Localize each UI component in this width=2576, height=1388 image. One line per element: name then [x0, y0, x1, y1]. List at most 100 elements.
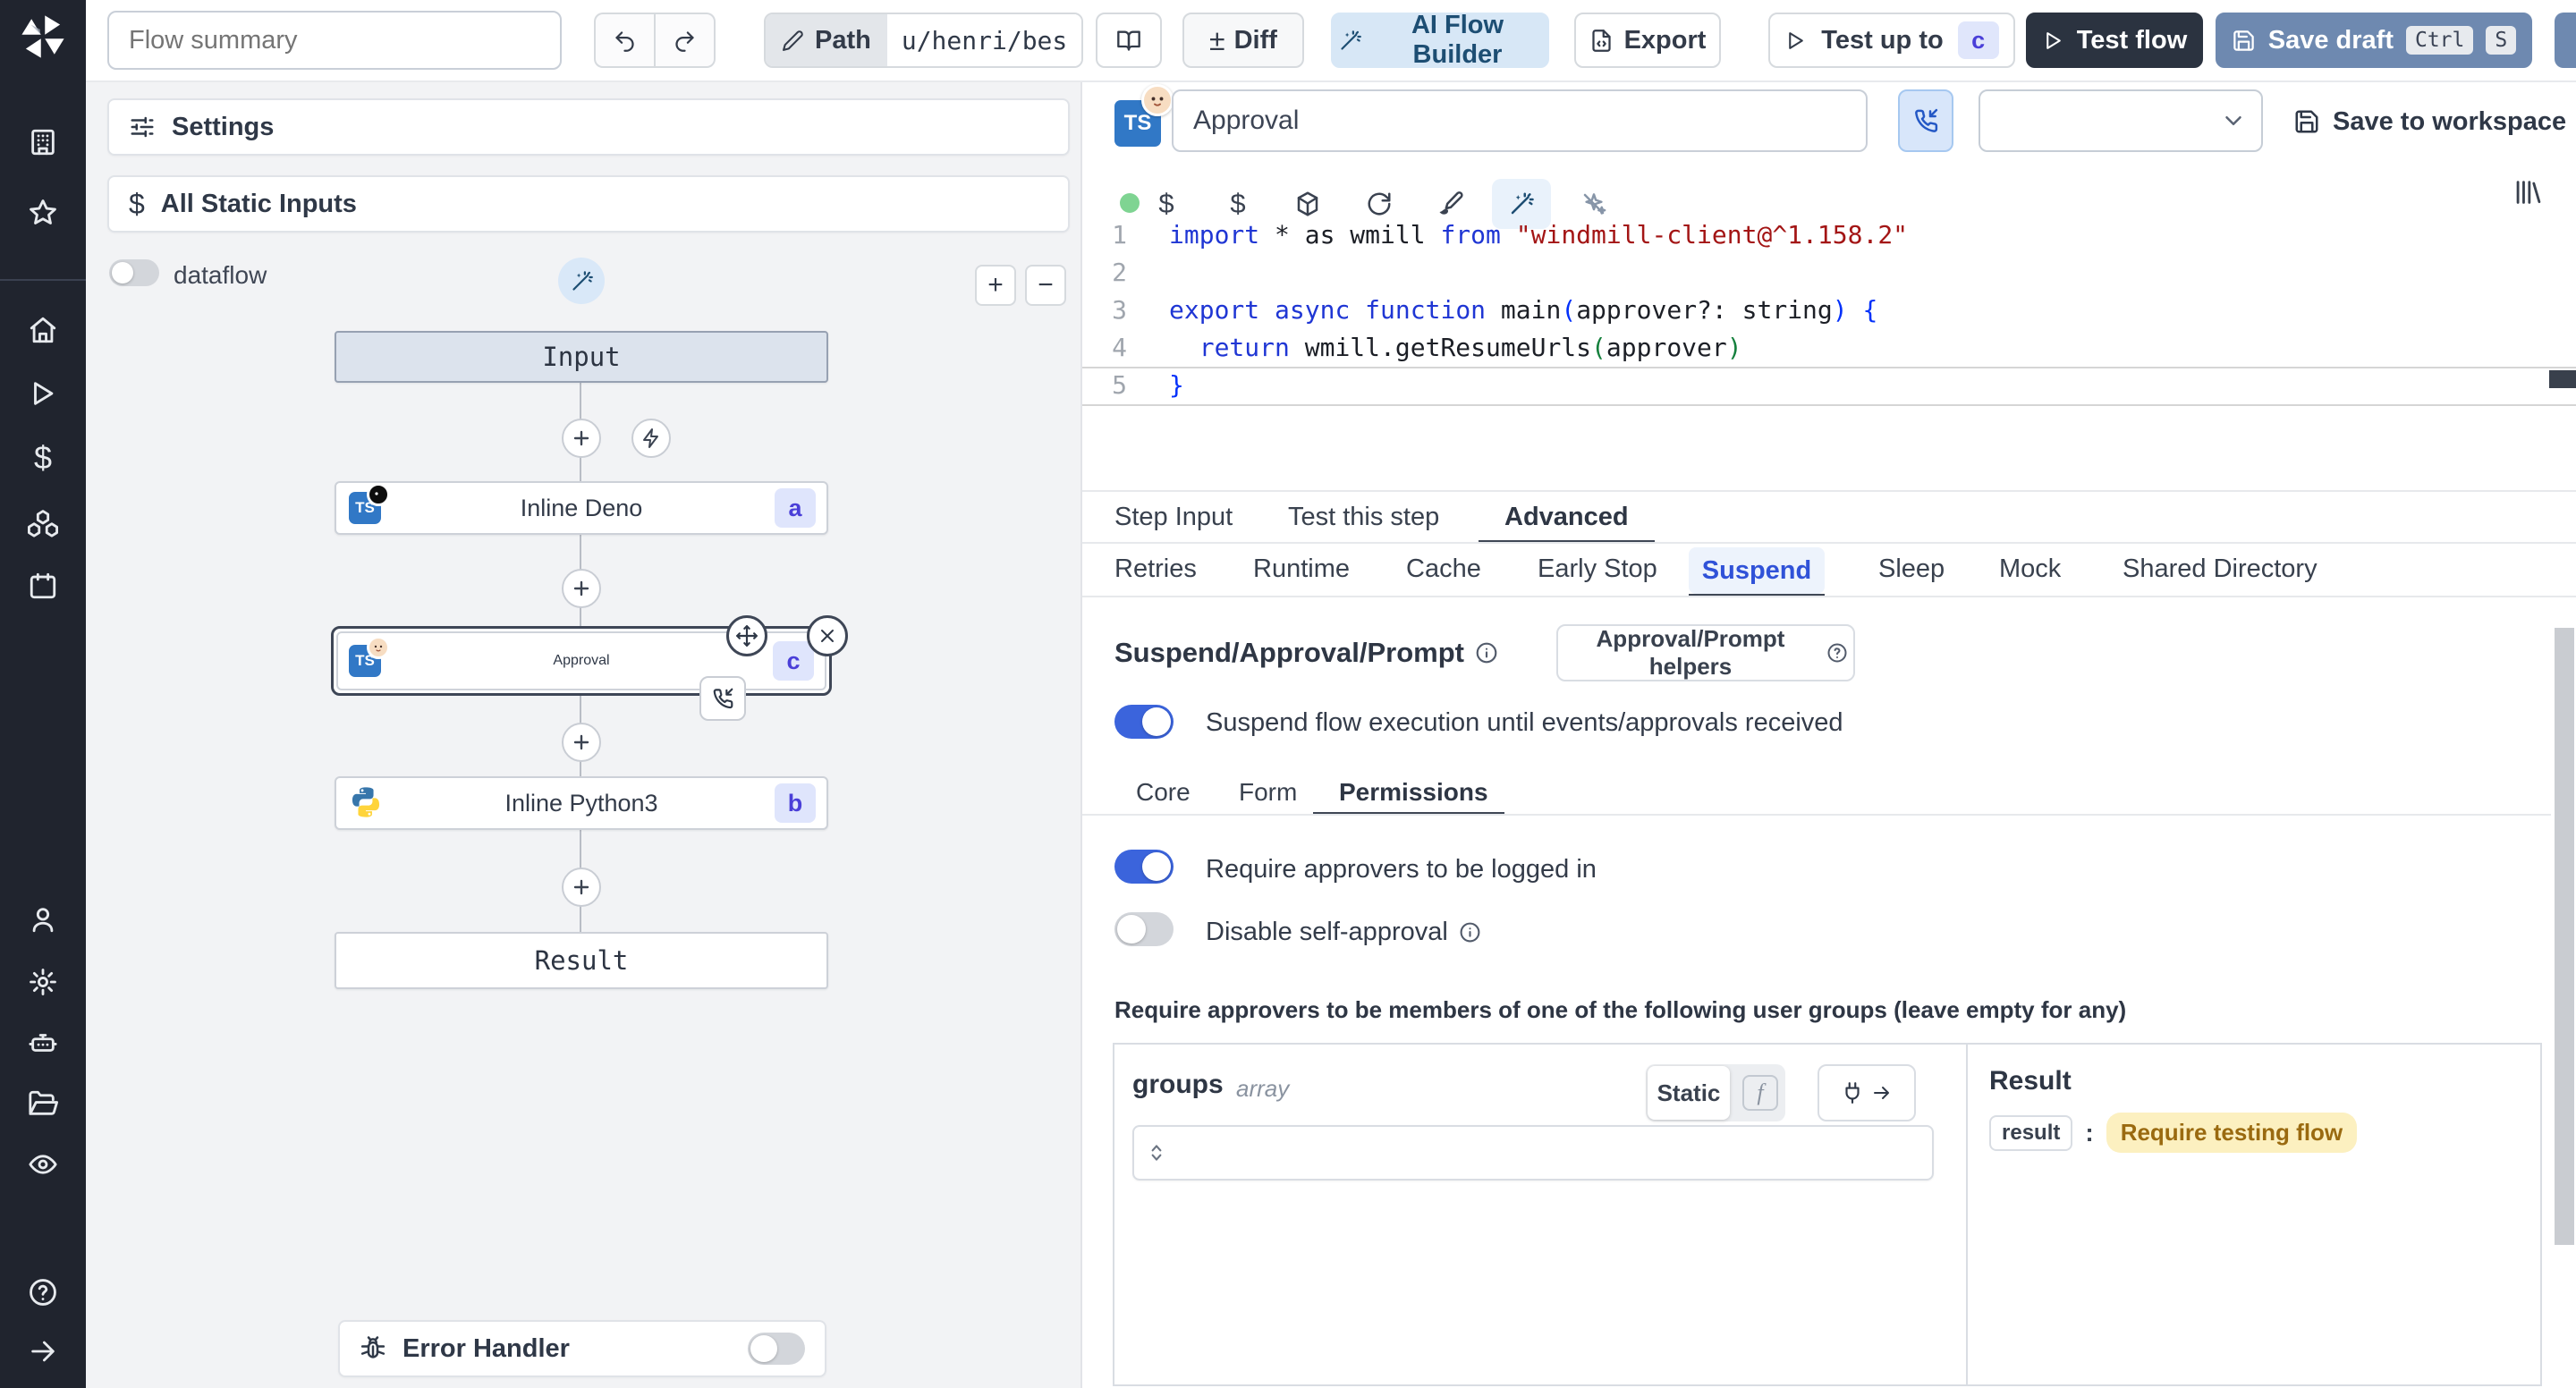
graph-node-inline-python3[interactable]: Inline Python3 b	[335, 776, 828, 830]
tab-early-stop[interactable]: Early Stop	[1538, 554, 1657, 584]
tab-sleep[interactable]: Sleep	[1878, 554, 1945, 584]
javascript-mode-button[interactable]: f	[1742, 1075, 1778, 1111]
test-flow-button[interactable]: Test flow	[2026, 13, 2203, 68]
save-to-workspace-button[interactable]: Save to workspace	[2288, 97, 2572, 147]
folders-icon[interactable]	[25, 1086, 61, 1121]
error-handler-toggle[interactable]	[748, 1333, 805, 1365]
resources-boxes-icon[interactable]	[25, 505, 61, 541]
panel-scrollbar-thumb[interactable]	[2555, 628, 2574, 1245]
suspend-toggle-label: Suspend flow execution until events/appr…	[1206, 708, 1843, 737]
error-handler-row[interactable]: Error Handler	[338, 1320, 826, 1377]
tab-permissions-active[interactable]: Permissions	[1339, 778, 1488, 807]
all-static-inputs-button[interactable]: $ All Static Inputs	[107, 175, 1070, 233]
save-draft-button[interactable]: Save draft Ctrl S	[2216, 13, 2532, 68]
add-step-button[interactable]	[562, 569, 601, 608]
disable-self-approval-toggle[interactable]	[1114, 912, 1174, 946]
schedules-calendar-icon[interactable]	[25, 568, 61, 604]
audit-eye-icon[interactable]	[25, 1147, 61, 1182]
require-login-toggle[interactable]	[1114, 850, 1174, 884]
graph-input-node[interactable]: Input	[335, 331, 828, 383]
collapse-arrow-right-icon[interactable]	[25, 1333, 61, 1369]
variables-dollar-icon[interactable]: $	[25, 439, 61, 476]
delete-step-button[interactable]	[807, 615, 848, 656]
approval-prompt-helpers-button[interactable]: Approval/Prompt helpers	[1556, 624, 1855, 681]
docs-book-button[interactable]	[1096, 13, 1162, 68]
suspend-phone-button[interactable]	[1898, 89, 1953, 152]
wand-icon	[1338, 29, 1362, 53]
static-mode-button[interactable]: Static	[1648, 1066, 1730, 1120]
code-line[interactable]: 4 return wmill.getResumeUrls(approver)	[1082, 329, 2576, 367]
code-line[interactable]: 2	[1082, 254, 2576, 292]
code-line[interactable]: 5}	[1082, 367, 2576, 404]
info-icon[interactable]	[1459, 921, 1481, 944]
suspend-toggle[interactable]	[1114, 705, 1174, 739]
add-trigger-zap-button[interactable]	[631, 419, 671, 458]
groups-field-type: array	[1236, 1075, 1290, 1102]
graph-result-node[interactable]: Result	[335, 932, 828, 989]
users-icon[interactable]	[25, 901, 61, 937]
step-name-input[interactable]	[1172, 89, 1868, 152]
script-version-select[interactable]	[1979, 89, 2263, 152]
add-step-button[interactable]	[562, 419, 601, 458]
redo-button[interactable]	[655, 13, 716, 68]
zoom-in-button[interactable]: +	[975, 265, 1016, 306]
divider	[1082, 814, 2551, 816]
groups-result-box: groups array Static f Result result: Re…	[1113, 1043, 2542, 1386]
tab-core[interactable]: Core	[1136, 778, 1191, 807]
flow-summary-input[interactable]	[107, 11, 562, 70]
info-icon[interactable]	[1475, 641, 1498, 664]
test-up-to-button[interactable]: Test up to c	[1768, 13, 2015, 68]
windmill-flow-editor: $ Flow summary Path u/henri/bes ± Diff A…	[0, 0, 2576, 1388]
pencil-icon	[782, 30, 804, 52]
diff-button[interactable]: ± Diff	[1182, 13, 1304, 68]
code-line[interactable]: 1 import * as wmill from "windmill-client…	[1082, 216, 2576, 254]
groups-field-name: groups	[1132, 1070, 1224, 1099]
result-value-badge[interactable]: Require testing flow	[2106, 1113, 2358, 1153]
sliders-icon	[129, 114, 156, 140]
tab-runtime[interactable]: Runtime	[1253, 554, 1350, 584]
export-button[interactable]: Export	[1574, 13, 1721, 68]
tab-suspend-active[interactable]: Suspend	[1689, 547, 1825, 594]
tab-form[interactable]: Form	[1239, 778, 1297, 807]
kbd-s: S	[2486, 26, 2517, 55]
settings-gear-icon[interactable]	[25, 964, 61, 1000]
ai-graph-wand-button[interactable]	[558, 258, 605, 304]
test-up-to-step-badge: c	[1957, 21, 1999, 59]
favorites-star-icon[interactable]	[25, 195, 61, 231]
tab-mock[interactable]: Mock	[1999, 554, 2061, 584]
graph-node-inline-deno[interactable]: TS Inline Deno a	[335, 481, 828, 535]
approval-face-icon	[367, 636, 390, 659]
tab-step-input[interactable]: Step Input	[1114, 503, 1233, 532]
code-editor[interactable]: 1 import * as wmill from "windmill-client…	[1082, 216, 2576, 404]
windmill-logo-icon[interactable]	[19, 13, 67, 61]
path-value[interactable]: u/henri/bes	[886, 14, 1082, 66]
library-icon[interactable]	[2506, 172, 2547, 213]
tab-shared-directory[interactable]: Shared Directory	[2123, 554, 2318, 584]
suspend-phone-indicator[interactable]	[699, 676, 746, 721]
add-step-button[interactable]	[562, 868, 601, 907]
tab-advanced-active[interactable]: Advanced	[1504, 503, 1629, 532]
bug-icon	[360, 1335, 386, 1362]
code-line[interactable]: 3 export async function main(approver?: s…	[1082, 292, 2576, 329]
move-step-button[interactable]	[726, 615, 767, 656]
tab-cache[interactable]: Cache	[1406, 554, 1481, 584]
path-group[interactable]: Path u/henri/bes	[764, 13, 1084, 68]
runs-play-icon[interactable]	[25, 376, 61, 411]
workers-robot-icon[interactable]	[25, 1025, 61, 1061]
add-step-button[interactable]	[562, 723, 601, 762]
tab-retries[interactable]: Retries	[1114, 554, 1197, 584]
help-icon[interactable]	[25, 1274, 61, 1310]
undo-button[interactable]	[594, 13, 655, 68]
groups-array-input[interactable]	[1132, 1125, 1934, 1181]
workspace-building-icon[interactable]	[25, 124, 61, 160]
dataflow-toggle[interactable]	[109, 259, 159, 286]
home-icon[interactable]	[25, 312, 61, 348]
result-key-chip[interactable]: result	[1989, 1114, 2073, 1151]
tab-test-this-step[interactable]: Test this step	[1288, 503, 1439, 532]
deploy-button-partial[interactable]	[2555, 13, 2576, 68]
flow-settings-button[interactable]: Settings	[107, 98, 1070, 156]
ai-flow-builder-button[interactable]: AI Flow Builder	[1331, 11, 1549, 69]
editor-scrollbar-thumb[interactable]	[2549, 370, 2576, 388]
zoom-out-button[interactable]: −	[1025, 265, 1066, 306]
connect-input-plug-button[interactable]	[1818, 1064, 1916, 1121]
